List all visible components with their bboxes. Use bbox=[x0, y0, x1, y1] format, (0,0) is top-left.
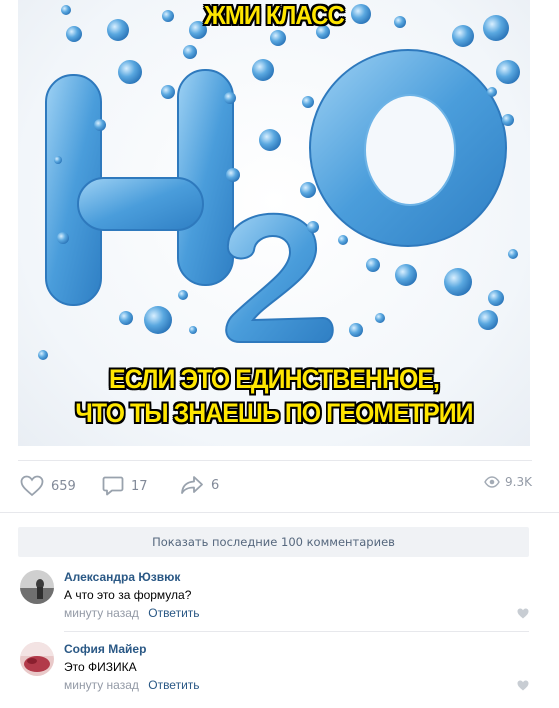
like-count: 659 bbox=[51, 478, 76, 494]
comment-meta: минуту назад Ответить bbox=[64, 678, 200, 692]
comment-author[interactable]: София Майер bbox=[64, 642, 146, 656]
share-count: 6 bbox=[211, 477, 220, 493]
avatar-image bbox=[20, 642, 54, 676]
comment-like-button[interactable] bbox=[517, 604, 529, 623]
heart-icon bbox=[517, 608, 529, 619]
comment-bubble-icon bbox=[102, 476, 124, 496]
share-arrow-icon bbox=[181, 476, 203, 494]
views-counter: 9.3K bbox=[484, 475, 532, 489]
eye-icon bbox=[484, 476, 500, 488]
comment-text: А что это за формула? bbox=[64, 588, 192, 602]
comment-time[interactable]: минуту назад bbox=[64, 678, 139, 692]
comment-time[interactable]: минуту назад bbox=[64, 606, 139, 620]
comment-meta: минуту назад Ответить bbox=[64, 606, 200, 620]
post-image[interactable]: ЖМИ КЛАСС ЕСЛИ ЭТО ЕДИНСТВЕННОЕ, ЧТО ТЫ … bbox=[18, 0, 530, 446]
show-previous-comments-button[interactable]: Показать последние 100 комментариев bbox=[18, 527, 529, 557]
comment-button[interactable]: 17 bbox=[102, 475, 148, 497]
views-count: 9.3K bbox=[505, 475, 532, 489]
comment-like-button[interactable] bbox=[517, 676, 529, 695]
post-actions-bar: 659 17 6 9.3K bbox=[18, 460, 532, 512]
heart-icon bbox=[20, 475, 44, 497]
comment-text: Это ФИЗИКА bbox=[64, 660, 137, 674]
meme-bottom-caption: ЕСЛИ ЭТО ЕДИНСТВЕННОЕ, ЧТО ТЫ ЗНАЕШЬ ПО … bbox=[38, 362, 509, 430]
comment-author[interactable]: Александра Юзвюк bbox=[64, 570, 180, 584]
avatar[interactable] bbox=[20, 642, 54, 676]
share-button[interactable]: 6 bbox=[180, 475, 219, 495]
comment-item: София Майер Это ФИЗИКА минуту назад Отве… bbox=[18, 642, 529, 702]
meme-top-caption: ЖМИ КЛАСС bbox=[204, 0, 345, 30]
comment-count: 17 bbox=[131, 478, 148, 494]
meme-bottom-line-2: ЧТО ТЫ ЗНАЕШЬ ПО ГЕОМЕТРИИ bbox=[75, 398, 473, 428]
reply-button[interactable]: Ответить bbox=[148, 678, 199, 692]
comment-separator bbox=[64, 631, 529, 632]
reply-button[interactable]: Ответить bbox=[148, 606, 199, 620]
avatar[interactable] bbox=[20, 570, 54, 604]
heart-icon bbox=[517, 680, 529, 691]
letter-h bbox=[45, 69, 234, 306]
digit-2 bbox=[225, 212, 334, 343]
meme-bottom-line-1: ЕСЛИ ЭТО ЕДИНСТВЕННОЕ, bbox=[108, 364, 440, 394]
comment-item: Александра Юзвюк А что это за формула? м… bbox=[18, 570, 529, 632]
avatar-image bbox=[20, 570, 54, 604]
letter-o bbox=[309, 49, 507, 247]
section-divider bbox=[0, 512, 559, 513]
like-button[interactable]: 659 bbox=[20, 475, 76, 497]
